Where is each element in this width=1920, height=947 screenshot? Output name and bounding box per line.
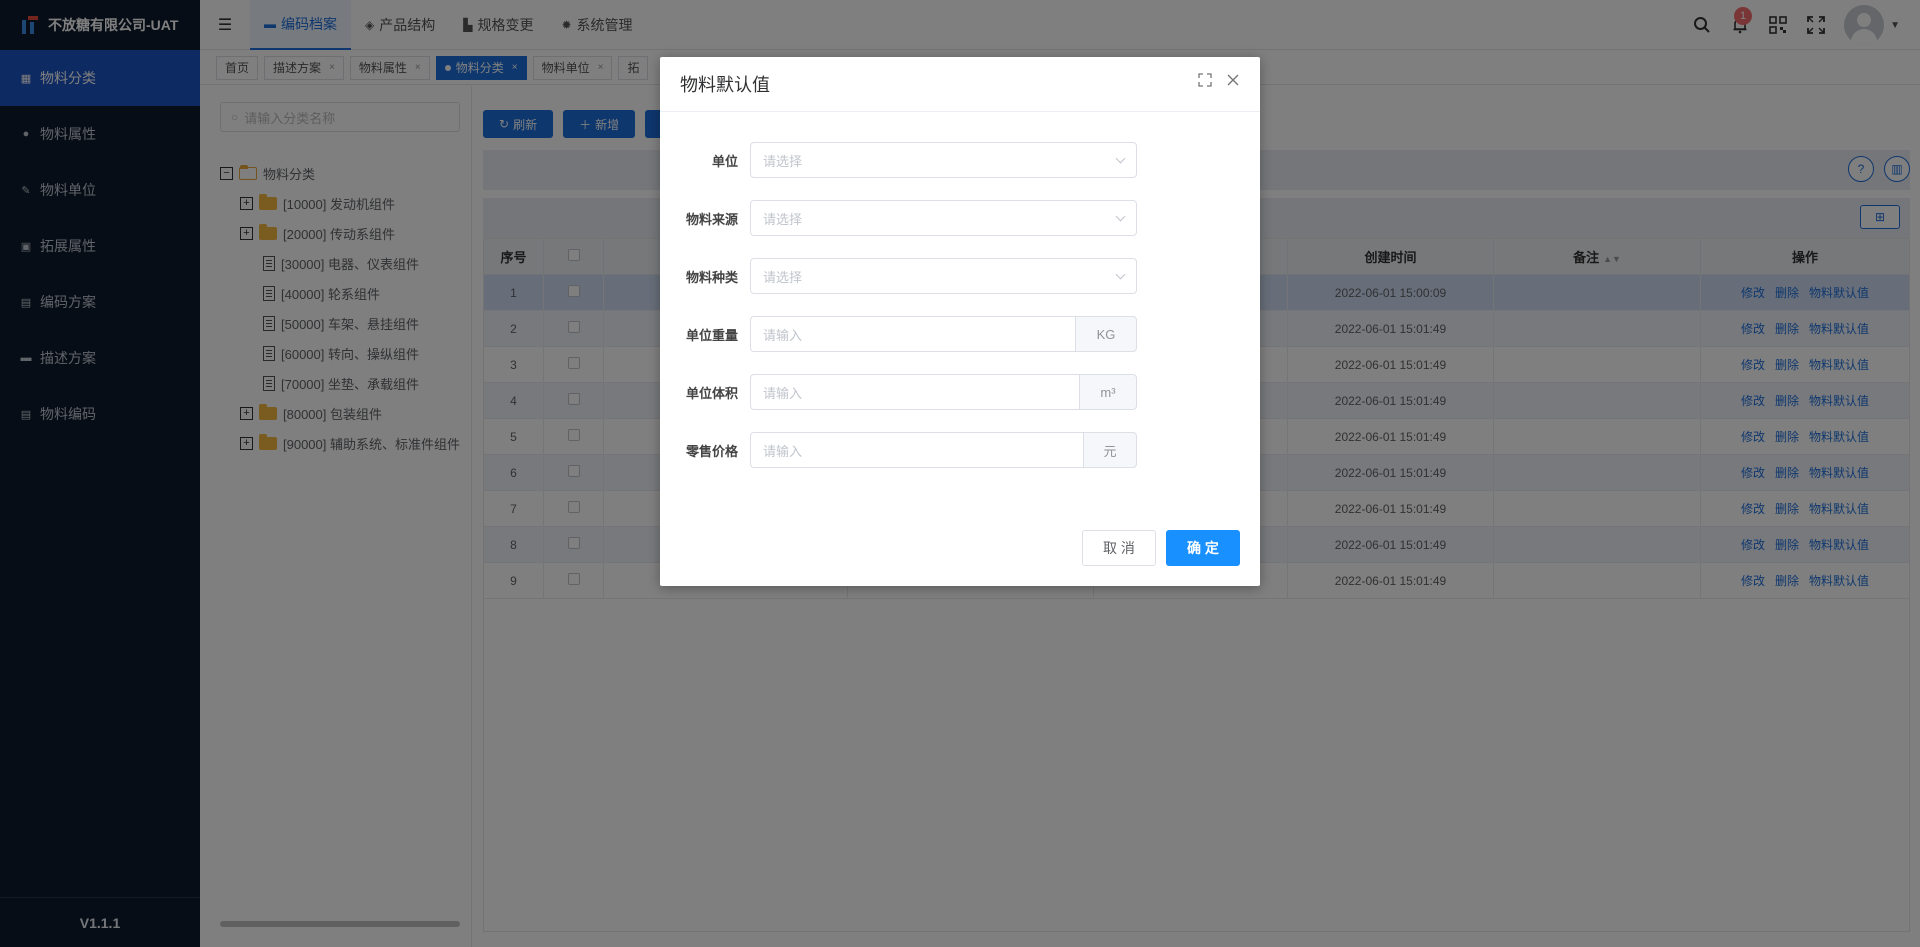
form-row-volume: 单位体积 请输入 m³ [680,374,1137,410]
dialog-footer: 取 消 确 定 [1082,530,1240,566]
price-input-group: 请输入 元 [750,432,1137,468]
chevron-down-icon [1115,269,1126,279]
default-values-form: 单位 请选择 物料来源 请选择 物料种类 请选择 单位重量 请输入 KG 单位体… [680,142,1137,490]
price-input[interactable]: 请输入 [750,432,1083,468]
volume-label: 单位体积 [685,385,738,401]
confirm-button[interactable]: 确 定 [1166,530,1240,566]
chevron-down-icon [1115,211,1126,221]
weight-input[interactable]: 请输入 [750,316,1075,352]
dialog-header: 物料默认值 [660,57,1260,112]
maximize-icon[interactable] [1198,73,1212,92]
form-row-kind: 物料种类 请选择 [680,258,1137,294]
form-row-source: 物料来源 请选择 [680,200,1137,236]
volume-unit-suffix: m³ [1079,374,1137,410]
unit-label: 单位 [711,153,738,169]
dialog-title: 物料默认值 [680,75,770,95]
chevron-down-icon [1115,153,1126,163]
cancel-button[interactable]: 取 消 [1082,530,1156,566]
volume-input[interactable]: 请输入 [750,374,1079,410]
kind-select[interactable]: 请选择 [750,258,1137,294]
weight-label: 单位重量 [685,327,738,343]
form-row-price: 零售价格 请输入 元 [680,432,1137,468]
material-default-dialog: 物料默认值 单位 请选择 物料来源 请选择 物料种类 请选择 单位重量 请输入 [660,57,1260,586]
form-row-weight: 单位重量 请输入 KG [680,316,1137,352]
dialog-header-icons [1198,73,1240,92]
unit-select[interactable]: 请选择 [750,142,1137,178]
weight-unit-suffix: KG [1075,316,1137,352]
source-label: 物料来源 [685,211,738,227]
close-icon[interactable] [1226,73,1240,92]
volume-input-group: 请输入 m³ [750,374,1137,410]
weight-input-group: 请输入 KG [750,316,1137,352]
source-select[interactable]: 请选择 [750,200,1137,236]
price-label: 零售价格 [685,443,738,459]
price-unit-suffix: 元 [1083,432,1137,468]
form-row-unit: 单位 请选择 [680,142,1137,178]
kind-label: 物料种类 [685,269,738,285]
